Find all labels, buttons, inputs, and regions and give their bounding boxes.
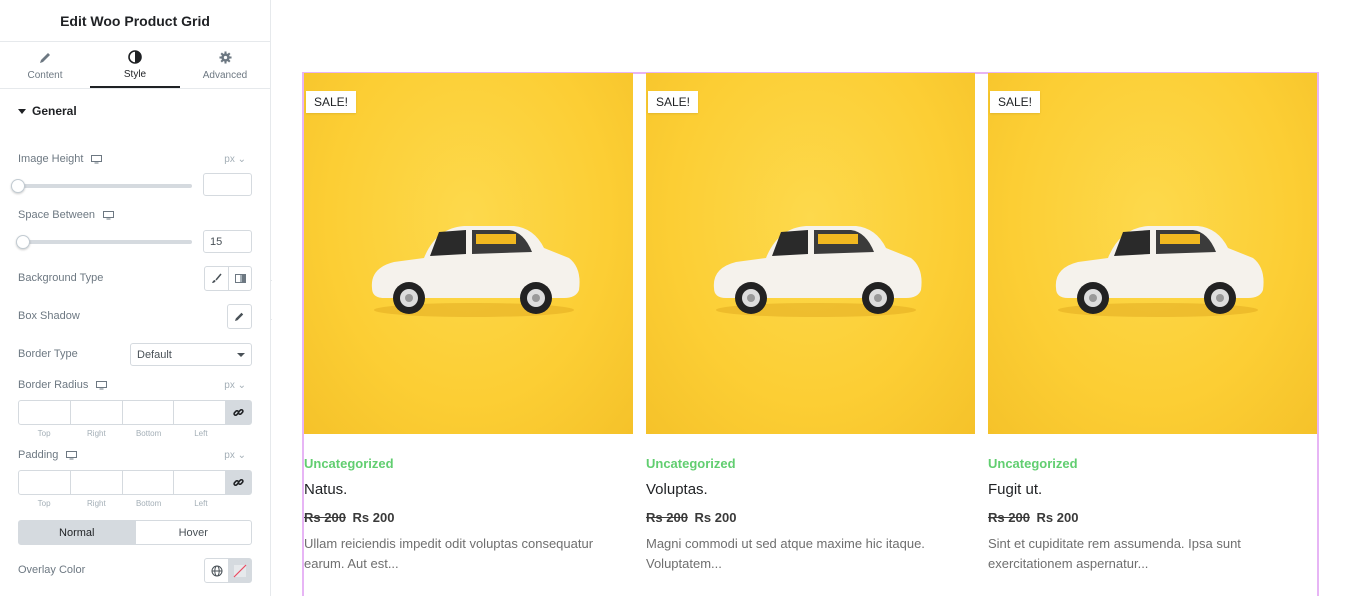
product-price: Rs 200 Rs 200: [304, 510, 633, 525]
link-icon[interactable]: [226, 471, 251, 494]
space-between-slider[interactable]: [18, 240, 192, 244]
old-price: Rs 200: [304, 510, 346, 525]
state-normal-tab[interactable]: Normal: [19, 521, 135, 544]
product-category-link[interactable]: Uncategorized: [304, 456, 633, 471]
image-height-input[interactable]: [203, 173, 252, 196]
border-radius-inputs: [18, 400, 252, 425]
space-between-control: Space Between 15: [16, 209, 252, 254]
tab-content[interactable]: Content: [0, 42, 90, 88]
padding-label: Padding: [18, 449, 59, 461]
product-card[interactable]: SALE! Uncategorized Voluptas. Rs 200 Rs …: [646, 73, 975, 574]
gear-icon: [218, 50, 232, 66]
product-price: Rs 200 Rs 200: [988, 510, 1317, 525]
image-height-slider-handle[interactable]: [11, 179, 25, 193]
panel-header: Edit Woo Product Grid: [0, 0, 270, 42]
caret-down-icon: [237, 352, 245, 357]
edit-pencil-icon[interactable]: [228, 305, 251, 328]
overlay-color-control: Overlay Color: [18, 558, 252, 584]
desktop-icon[interactable]: [91, 154, 103, 164]
border-type-label: Border Type: [18, 348, 78, 360]
unit-select[interactable]: px ⌄: [224, 380, 246, 391]
padding-top-input[interactable]: [19, 471, 71, 494]
editor-panel: Edit Woo Product Grid Content Style Adva…: [0, 0, 271, 596]
product-title-link[interactable]: Fugit ut.: [988, 481, 1317, 498]
tab-advanced[interactable]: Advanced: [180, 42, 270, 88]
product-excerpt: Sint et cupiditate rem assumenda. Ipsa s…: [988, 536, 1241, 571]
contrast-icon: [128, 49, 142, 65]
product-image[interactable]: SALE!: [988, 73, 1317, 434]
box-shadow-control: Box Shadow: [18, 304, 252, 330]
product-card[interactable]: SALE! Uncategorized Fugit ut. Rs 200 Rs …: [988, 73, 1317, 574]
product-image[interactable]: SALE!: [646, 73, 975, 434]
image-height-label: Image Height: [18, 153, 84, 165]
tab-style-label: Style: [123, 68, 147, 80]
product-image[interactable]: SALE!: [304, 73, 633, 434]
sale-badge: SALE!: [648, 91, 699, 113]
padding-inputs: [18, 470, 252, 495]
tab-advanced-label: Advanced: [202, 69, 248, 81]
state-toggle-control: Normal Hover: [18, 520, 252, 546]
desktop-icon[interactable]: [66, 450, 78, 460]
product-price: Rs 200 Rs 200: [646, 510, 975, 525]
sale-price: Rs 200: [1036, 510, 1079, 525]
panel-tabs: Content Style Advanced: [0, 42, 270, 89]
section-title: General: [32, 104, 77, 118]
padding-left-input[interactable]: [174, 471, 226, 494]
old-price: Rs 200: [646, 510, 688, 525]
border-radius-control: Border Radius px ⌄ Top Right Bottom Left: [18, 379, 252, 439]
sale-badge: SALE!: [306, 91, 357, 113]
image-height-control: Image Height px ⌄: [11, 153, 252, 198]
space-between-slider-handle[interactable]: [16, 235, 30, 249]
space-between-label: Space Between: [18, 209, 96, 221]
caret-down-icon: [18, 108, 26, 114]
unit-select[interactable]: px ⌄: [224, 450, 246, 461]
no-color-swatch-icon[interactable]: [228, 559, 251, 582]
gradient-icon[interactable]: [228, 267, 251, 290]
sale-price: Rs 200: [694, 510, 737, 525]
sale-price: Rs 200: [352, 510, 395, 525]
old-price: Rs 200: [988, 510, 1030, 525]
product-category-link[interactable]: Uncategorized: [988, 456, 1317, 471]
unit-select[interactable]: px ⌄: [224, 154, 246, 165]
border-radius-top-input[interactable]: [19, 401, 71, 424]
section-general-toggle[interactable]: General: [0, 89, 270, 133]
desktop-icon[interactable]: [103, 210, 115, 220]
border-radius-label: Border Radius: [18, 379, 89, 391]
product-excerpt: Magni commodi ut sed atque maxime hic it…: [646, 536, 925, 571]
border-radius-left-input[interactable]: [174, 401, 226, 424]
image-height-slider[interactable]: [18, 184, 192, 188]
globe-icon[interactable]: [205, 559, 228, 582]
brush-icon[interactable]: [205, 267, 228, 290]
car-image: [713, 226, 922, 317]
pencil-icon: [39, 50, 52, 66]
product-excerpt: Ullam reiciendis impedit odit voluptas c…: [304, 536, 594, 571]
state-hover-tab[interactable]: Hover: [134, 521, 252, 544]
product-card[interactable]: SALE! Uncategorized Natus. Rs 200 Rs 200…: [304, 73, 633, 574]
tab-content-label: Content: [27, 69, 63, 81]
border-type-control: Border Type Default: [18, 343, 252, 367]
car-image: [371, 226, 580, 317]
product-title-link[interactable]: Natus.: [304, 481, 633, 498]
sale-badge: SALE!: [990, 91, 1041, 113]
preview-canvas: SALE! Uncategorized Natus. Rs 200 Rs 200…: [272, 0, 1354, 596]
desktop-icon[interactable]: [96, 380, 108, 390]
overlay-color-label: Overlay Color: [18, 564, 86, 576]
product-category-link[interactable]: Uncategorized: [646, 456, 975, 471]
space-between-input[interactable]: 15: [203, 230, 252, 253]
car-image: [1055, 226, 1264, 317]
box-shadow-label: Box Shadow: [18, 310, 80, 322]
border-radius-right-input[interactable]: [71, 401, 123, 424]
padding-bottom-input[interactable]: [123, 471, 175, 494]
product-title-link[interactable]: Voluptas.: [646, 481, 975, 498]
background-type-label: Background Type: [18, 272, 104, 284]
padding-control: Padding px ⌄ Top Right Bottom Left: [18, 449, 252, 509]
border-radius-bottom-input[interactable]: [123, 401, 175, 424]
background-type-control: Background Type: [18, 266, 252, 292]
padding-right-input[interactable]: [71, 471, 123, 494]
panel-title: Edit Woo Product Grid: [60, 12, 210, 29]
tab-style[interactable]: Style: [90, 42, 180, 88]
link-icon[interactable]: [226, 401, 251, 424]
border-type-select[interactable]: Default: [130, 343, 252, 366]
